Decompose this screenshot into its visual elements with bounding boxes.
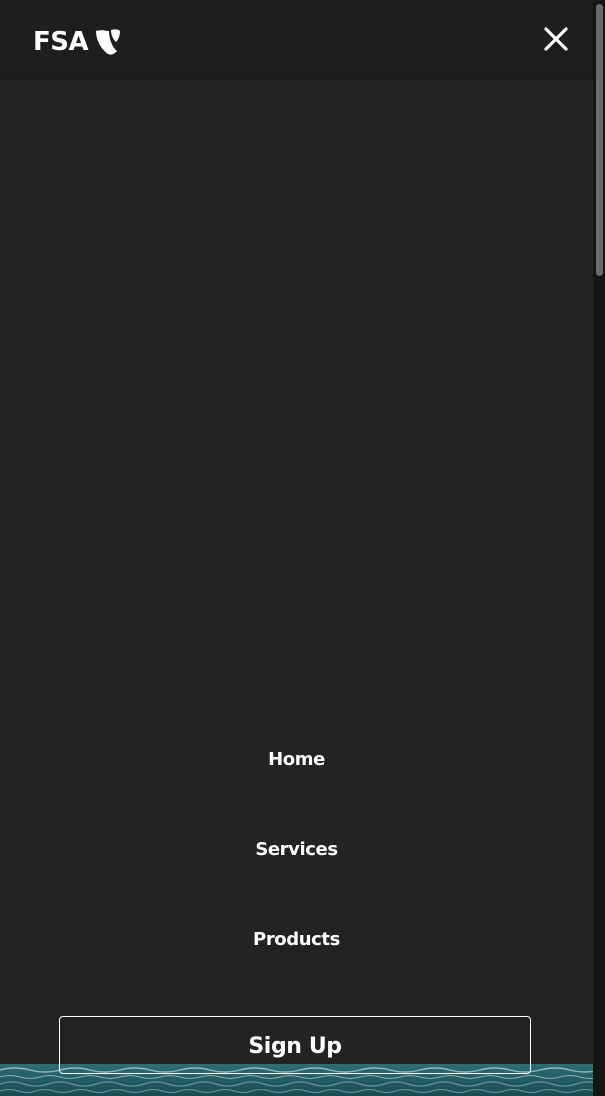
typo3-shield-icon (96, 29, 121, 55)
scrollbar-thumb[interactable] (596, 4, 603, 276)
header-bar: FSA (0, 0, 593, 80)
nav-item-services[interactable]: Services (0, 820, 593, 880)
nav-item-products[interactable]: Products (0, 910, 593, 970)
logo-text: FSA (33, 27, 89, 57)
nav-item-home[interactable]: Home (0, 730, 593, 790)
mobile-menu-overlay: FSA Home Services Products Sign Up (0, 0, 605, 1096)
close-icon (544, 27, 568, 51)
sign-up-button[interactable]: Sign Up (59, 1016, 531, 1074)
site-logo[interactable]: FSA (33, 27, 121, 57)
close-menu-button[interactable] (541, 24, 571, 54)
